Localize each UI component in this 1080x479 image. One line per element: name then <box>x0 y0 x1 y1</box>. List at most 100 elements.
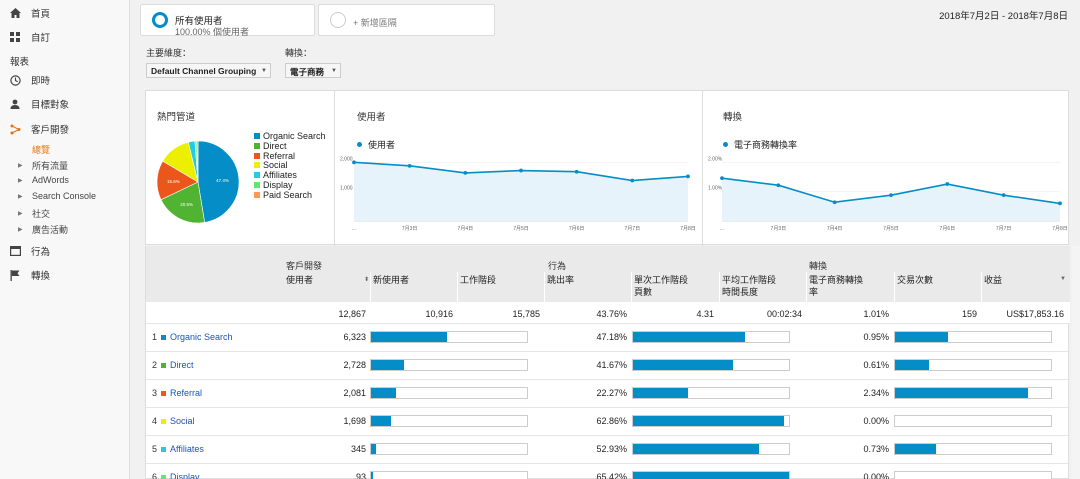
th-transactions[interactable]: 交易次數 <box>897 274 933 286</box>
series-name: 使用者 <box>368 140 396 150</box>
sidebar-item-label: 即時 <box>31 76 51 87</box>
table-row-label: 5 Affiliates <box>152 444 204 454</box>
th-avg-session-duration[interactable]: 平均工作階段 時間長度 <box>722 274 776 298</box>
sidebar-item-behavior[interactable]: 行為 <box>8 244 50 258</box>
x-tick-label: ... <box>720 226 724 232</box>
new-users-bar-track <box>370 471 528 479</box>
sidebar-item-conversions[interactable]: 轉換 <box>8 268 50 282</box>
conversion-rate-value: 0.00% <box>863 472 889 479</box>
home-icon <box>8 7 22 19</box>
th-sessions[interactable]: 工作階段 <box>460 274 496 286</box>
th-ecommerce-conversion-rate[interactable]: 電子商務轉換率 <box>809 274 863 298</box>
sidebar-item-acquisition[interactable]: 客戶開發 <box>8 122 69 136</box>
legend-item: Social <box>254 160 288 170</box>
channels-table: 客戶開發 行為 轉換 使用者 新使用者 工作階段 跳出率 單次工作階段 頁數 平均工作階段時… <box>145 246 1070 479</box>
x-tick-label: 7月7日 <box>625 226 641 232</box>
column-separator <box>631 272 632 302</box>
row-color-swatch <box>161 474 167 479</box>
channel-link[interactable]: Affiliates <box>170 444 204 454</box>
conversion-dropdown[interactable]: 電子商務 ▼ <box>285 63 341 78</box>
caret-right-icon: ▶ <box>18 163 23 169</box>
transactions-bar <box>895 388 1028 398</box>
channel-link[interactable]: Social <box>170 416 195 426</box>
bounce-rate-value: 62.86% <box>596 416 627 426</box>
legend-label: Organic Search <box>263 131 326 141</box>
sidebar-subitem-overview[interactable]: 總覽 <box>32 143 50 156</box>
row-number: 5 <box>152 444 158 454</box>
sidebar-section-reports: 報表 <box>10 57 30 68</box>
group-conversions: 轉換 <box>809 261 828 271</box>
channel-link[interactable]: Display <box>170 472 200 479</box>
data-point <box>407 163 412 168</box>
dropdown-arrow-icon: ▼ <box>261 68 267 74</box>
data-point <box>889 193 893 198</box>
users-panel-title: 使用者 <box>357 112 386 123</box>
data-point <box>776 183 781 188</box>
data-point <box>1058 201 1062 206</box>
series-dot-icon <box>357 142 362 147</box>
segment-all-users[interactable]: 所有使用者 100.00% 個使用者 <box>140 4 315 37</box>
sidebar-subitem-campaigns[interactable]: ▶ 廣告活動 <box>18 223 68 236</box>
clock-icon <box>8 74 22 86</box>
conversion-label: 轉換： <box>285 48 313 58</box>
pages-per-session-bar <box>633 472 789 479</box>
add-segment-button[interactable]: + 新增區隔 <box>318 4 495 36</box>
legend-item: Affiliates <box>254 170 297 180</box>
row-divider <box>146 435 1070 436</box>
sidebar-subitem-all-traffic[interactable]: ▶ 所有流量 <box>18 159 68 172</box>
date-range-picker[interactable]: 2018年7月2日 - 2018年7月8日 <box>939 8 1068 22</box>
pages-per-session-bar-track <box>632 443 790 455</box>
legend-swatch <box>254 162 260 169</box>
th-users[interactable]: 使用者 <box>286 274 313 286</box>
users-area-chart: 2,000 1,000... 7月3日 7月4日 7月5日 7月6日 7月7日 7月8日 <box>340 156 696 232</box>
transactions-bar <box>895 332 949 342</box>
channel-link[interactable]: Organic Search <box>170 332 233 342</box>
dropdown-arrow-icon[interactable]: ▼ <box>1060 276 1066 282</box>
th-bounce-rate[interactable]: 跳出率 <box>547 274 574 286</box>
row-divider <box>146 323 1070 324</box>
bounce-rate-value: 65.42% <box>596 472 627 479</box>
bounce-rate-value: 52.93% <box>596 444 627 454</box>
row-color-swatch <box>161 362 167 368</box>
table-row-label: 3 Referral <box>152 388 202 398</box>
users-series-label: 使用者 <box>357 138 395 151</box>
sidebar-item-custom[interactable]: 自訂 <box>8 30 50 44</box>
users-value: 1,698 <box>343 416 366 426</box>
conversion-rate-value: 0.61% <box>863 360 889 370</box>
new-users-bar <box>371 472 373 479</box>
legend-item: Direct <box>254 141 287 151</box>
sidebar-subitem-social[interactable]: ▶ 社交 <box>18 207 50 220</box>
sidebar-item-home[interactable]: 首頁 <box>8 6 50 20</box>
total-value: 00:02:34 <box>766 309 802 319</box>
pie-slice-label: 20.5% <box>180 202 193 207</box>
new-users-bar <box>371 360 404 370</box>
total-value: 15,785 <box>512 309 540 319</box>
sidebar-subitem-label: AdWords <box>32 175 69 185</box>
row-divider <box>146 463 1070 464</box>
legend-swatch <box>254 142 260 149</box>
channel-link[interactable]: Direct <box>170 360 194 370</box>
channel-link[interactable]: Referral <box>170 388 202 398</box>
new-users-bar-track <box>370 331 528 343</box>
sort-arrow-icon[interactable]: ⬍ <box>364 276 369 283</box>
sidebar-item-audience[interactable]: 目標對象 <box>8 97 69 111</box>
sidebar: 首頁 自訂 報表 即時 目標對象 客戶開發 總覽 ▶ 所有流量 ▶ AdWord… <box>0 0 130 479</box>
th-new-users[interactable]: 新使用者 <box>373 274 409 286</box>
pages-per-session-bar <box>633 444 760 454</box>
sidebar-subitem-search-console[interactable]: ▶ Search Console <box>18 191 96 201</box>
conversion-panel-title: 轉換 <box>723 112 743 123</box>
sidebar-item-realtime[interactable]: 即時 <box>8 73 50 87</box>
sidebar-subitem-adwords[interactable]: ▶ AdWords <box>18 175 69 185</box>
vertical-scrollbar[interactable] <box>1072 246 1080 479</box>
th-pages-per-session[interactable]: 單次工作階段 頁數 <box>634 274 688 298</box>
pie-slice-label: 15.6% <box>167 179 180 184</box>
row-number: 6 <box>152 472 158 479</box>
row-color-swatch <box>161 446 167 452</box>
primary-dimension-dropdown[interactable]: Default Channel Grouping ▼ <box>146 63 271 78</box>
x-tick-label: ... <box>352 226 356 232</box>
behavior-icon <box>8 245 22 257</box>
sidebar-subitem-label: 社交 <box>32 209 51 219</box>
transactions-bar <box>895 444 936 454</box>
th-revenue[interactable]: 收益 <box>984 274 1002 286</box>
data-point <box>630 178 635 183</box>
